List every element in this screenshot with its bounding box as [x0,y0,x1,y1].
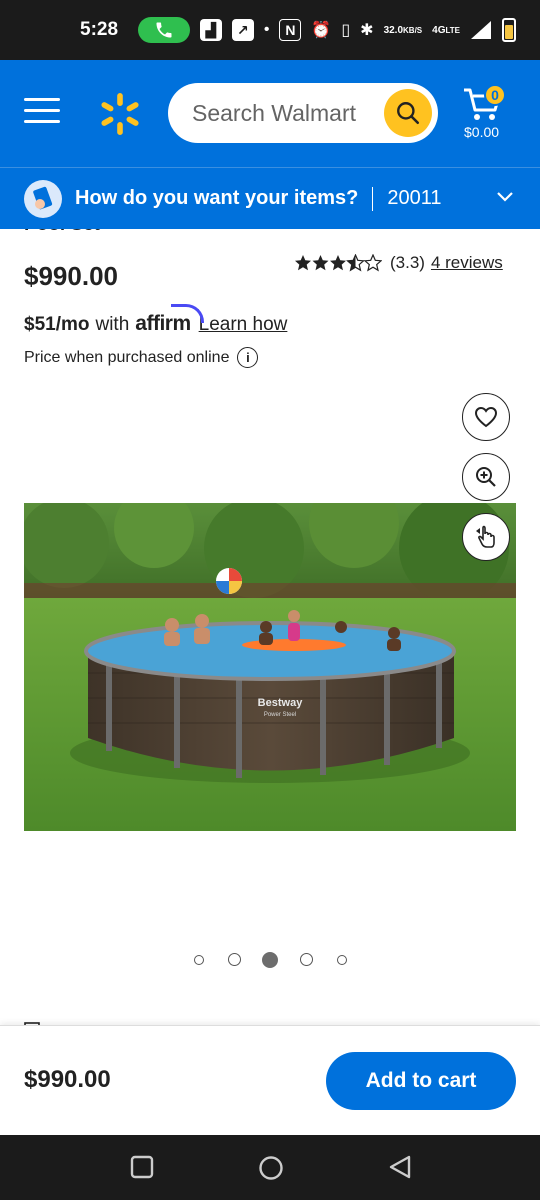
status-time: 5:28 [80,19,119,40]
rating-stars [294,254,382,272]
walmart-spark-logo[interactable] [98,92,142,136]
alarm-icon: ⏰ [311,22,332,39]
favorite-button[interactable] [462,393,510,441]
cart-total: $0.00 [464,124,500,140]
carousel-dots [190,950,350,970]
signal-icon [470,20,492,40]
carousel-dot[interactable] [300,953,313,966]
product-rating[interactable]: (3.3) 4 reviews [294,253,503,273]
network-speed: 32.0 KB/S [383,24,423,36]
view-in-3d-button[interactable] [462,513,510,561]
image-brand-sub: Power Steel [264,712,296,718]
carousel-dot[interactable] [337,955,347,965]
network-type: 4G LTE [432,24,461,36]
bottom-cart-bar: $990.00 Add to cart [0,1025,540,1135]
zip-code: 20011 [387,187,442,209]
home-icon[interactable] [258,1155,284,1186]
header: Search Walmart 0 $0.00 [0,60,540,167]
app-notification-icon: ↗ [231,19,254,41]
search-icon [397,102,420,125]
battery-icon [502,18,516,42]
zoom-button[interactable] [462,453,510,501]
product-price: $990.00 [24,261,118,291]
affirm-logo: affirm [135,304,205,335]
network-label: 4G [432,24,446,36]
bottom-price: $990.00 [24,1066,111,1093]
hand-pointer-icon [476,525,495,548]
chevron-down-icon[interactable] [496,190,514,208]
system-nav-bar [0,1135,540,1200]
image-brand: Bestway [258,697,304,709]
monthly-price: $51/mo [24,314,90,335]
carousel-dot[interactable] [228,953,241,966]
divider [372,186,374,211]
search-button[interactable] [384,89,432,137]
info-icon[interactable]: i [237,347,259,368]
learn-how-link[interactable]: Learn how [199,314,288,336]
status-bar: 5:28 ▟ ↗ • N ⏰ ▯ ✱ 32.0 KB/S 4G LTE [0,0,540,60]
price-note: Price when purchased online i [24,347,259,368]
with-label: with [95,314,130,335]
menu-icon[interactable] [24,98,60,128]
cart-count-badge: 0 [484,84,506,106]
add-to-cart-button[interactable]: Add to cart [326,1052,516,1110]
speed-value: 32.0 [383,24,404,36]
online-note: Price when purchased online [24,348,230,366]
rating-value: (3.3) [390,253,425,272]
nfc-icon: N [279,19,302,41]
fulfillment-icon [24,179,62,218]
cart-button[interactable]: 0 $0.00 [462,84,522,146]
phone-call-icon[interactable] [137,17,190,43]
dot-icon: • [263,21,270,38]
search-input[interactable]: Search Walmart [168,83,438,143]
vibrate-icon: ▯ [341,22,351,39]
network-sub-label: LTE [445,25,461,35]
heart-icon [474,406,498,428]
zoom-in-icon [476,467,496,487]
search-placeholder: Search Walmart [192,100,357,126]
recent-apps-icon[interactable] [130,1155,154,1184]
bluetooth-icon: ✱ [360,22,374,39]
carousel-dot-active[interactable] [262,952,278,968]
speed-unit: KB/S [403,25,423,35]
fulfillment-selector[interactable]: How do you want your items? 20011 [0,167,540,229]
affirm-financing: $51/mo with affirm Learn how [24,304,288,336]
photo-notification-icon: ▟ [199,19,222,41]
product-image[interactable]: Bestway Power Steel [24,503,516,831]
fulfillment-question: How do you want your items? [75,187,359,209]
reviews-link[interactable]: 4 reviews [431,253,503,273]
back-icon[interactable] [388,1155,412,1184]
carousel-dot[interactable] [194,955,204,965]
